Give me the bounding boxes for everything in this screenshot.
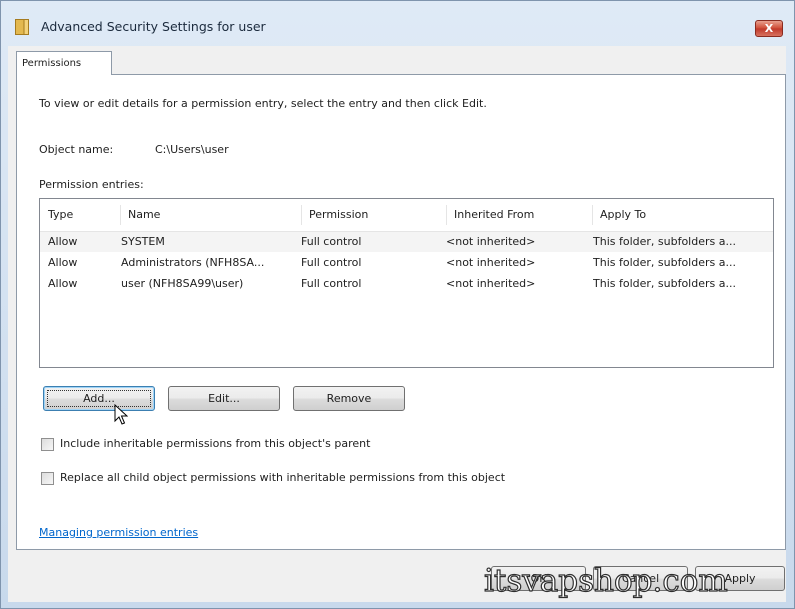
mouse-pointer-icon — [114, 404, 128, 425]
folder-icon — [15, 19, 29, 35]
permission-entries-label: Permission entries: — [39, 178, 144, 191]
cell-name: SYSTEM — [121, 235, 165, 248]
cell-apply-to: This folder, subfolders a... — [593, 256, 736, 269]
cell-apply-to: This folder, subfolders a... — [593, 235, 736, 248]
replace-child-permissions-checkbox[interactable] — [41, 472, 54, 485]
instruction-text: To view or edit details for a permission… — [39, 97, 487, 110]
cell-name: Administrators (NFH8SA... — [121, 256, 265, 269]
permission-entries-list[interactable]: Type Name Permission Inherited From Appl… — [39, 198, 774, 368]
remove-button[interactable]: Remove — [293, 386, 405, 411]
add-button[interactable]: Add... — [43, 386, 155, 411]
edit-button[interactable]: Edit... — [168, 386, 280, 411]
cell-inherited-from: <not inherited> — [446, 235, 536, 248]
focus-ring — [47, 390, 151, 407]
column-header-apply-to[interactable]: Apply To — [592, 199, 773, 231]
cell-apply-to: This folder, subfolders a... — [593, 277, 736, 290]
cell-inherited-from: <not inherited> — [446, 277, 536, 290]
table-row[interactable]: Allow user (NFH8SA99\user) Full control … — [40, 274, 773, 294]
replace-child-permissions-label[interactable]: Replace all child object permissions wit… — [60, 471, 505, 484]
managing-permission-entries-link[interactable]: Managing permission entries — [39, 526, 198, 539]
column-header-inherited-from[interactable]: Inherited From — [446, 199, 592, 231]
column-header-type[interactable]: Type — [40, 199, 120, 231]
close-button[interactable]: X — [755, 20, 783, 37]
cell-type: Allow — [48, 277, 78, 290]
window-title: Advanced Security Settings for user — [41, 19, 266, 34]
object-name-label: Object name: — [39, 143, 114, 156]
include-inheritable-checkbox[interactable] — [41, 438, 54, 451]
column-header-name[interactable]: Name — [120, 199, 301, 231]
cell-permission: Full control — [301, 256, 362, 269]
title-bar[interactable]: Advanced Security Settings for user X — [1, 1, 794, 47]
cell-permission: Full control — [301, 235, 362, 248]
cell-permission: Full control — [301, 277, 362, 290]
list-header: Type Name Permission Inherited From Appl… — [40, 199, 773, 232]
table-row[interactable]: Allow Administrators (NFH8SA... Full con… — [40, 253, 773, 273]
cell-name: user (NFH8SA99\user) — [121, 277, 244, 290]
cell-type: Allow — [48, 235, 78, 248]
column-header-permission[interactable]: Permission — [301, 199, 446, 231]
cell-type: Allow — [48, 256, 78, 269]
include-inheritable-label[interactable]: Include inheritable permissions from thi… — [60, 437, 370, 450]
cell-inherited-from: <not inherited> — [446, 256, 536, 269]
table-row[interactable]: Allow SYSTEM Full control <not inherited… — [40, 232, 773, 252]
watermark-text: itsvapshop.com — [483, 562, 728, 599]
tab-permissions[interactable]: Permissions — [16, 51, 112, 75]
object-name-value: C:\Users\user — [155, 143, 229, 156]
